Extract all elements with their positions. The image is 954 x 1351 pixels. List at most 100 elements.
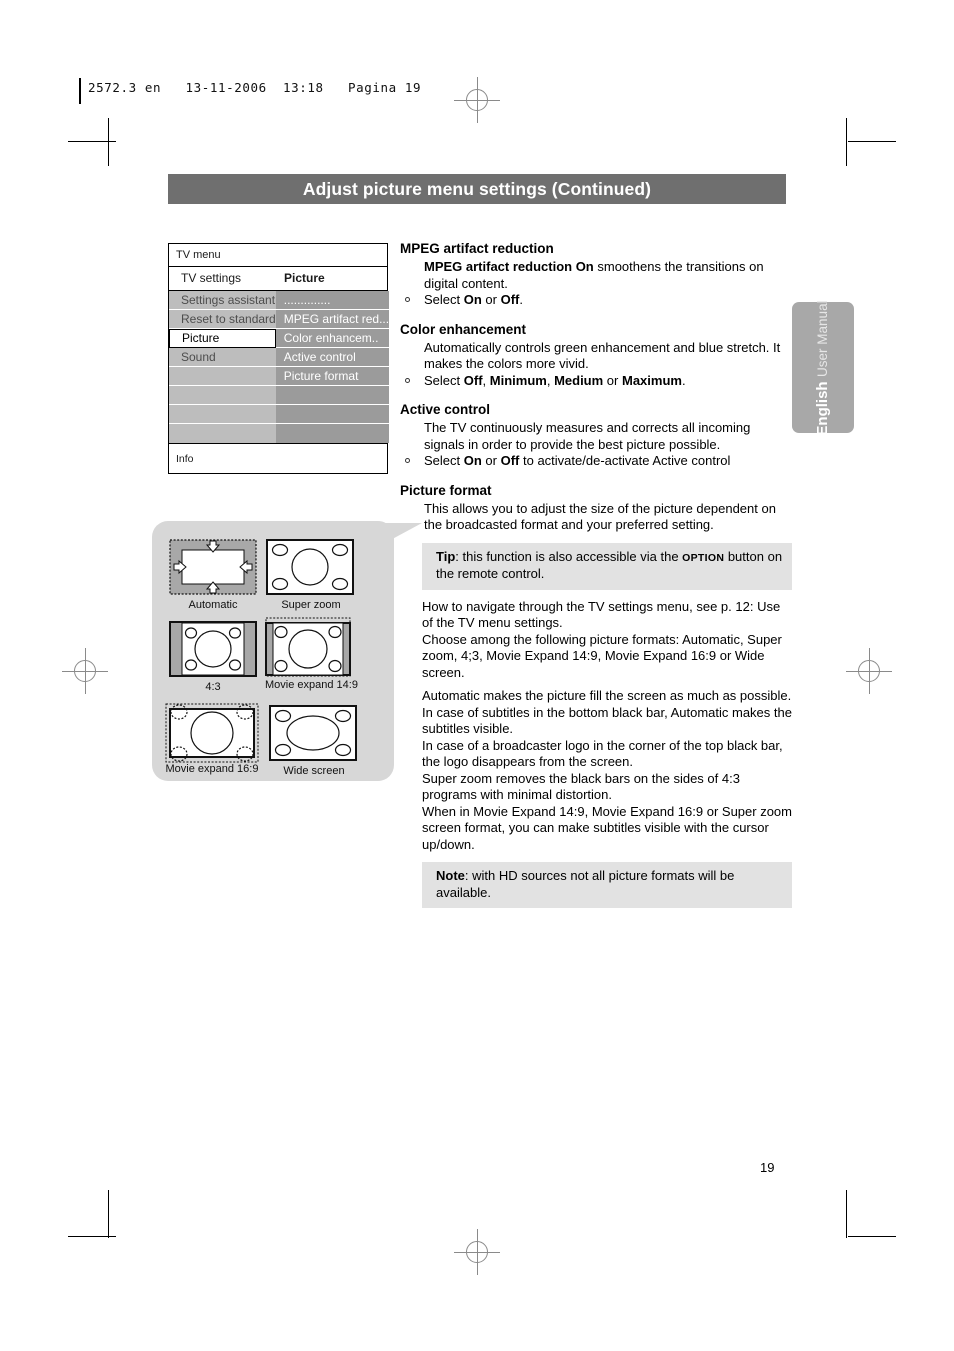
paragraph-navigate: How to navigate through the TV settings … bbox=[422, 598, 781, 631]
active-bullet-off: Off bbox=[500, 453, 520, 468]
crop-mark-bottom-right-v bbox=[846, 1190, 847, 1238]
tv-menu-item-settings-assistant[interactable]: Settings assistant bbox=[169, 291, 276, 310]
color-bullet-sep2: , bbox=[546, 372, 555, 388]
picture-format-illustration-panel: Automatic Super zoom 4:3 Movie expand 14… bbox=[152, 521, 394, 781]
mpeg-bullet-mid: or bbox=[481, 292, 501, 307]
tv-menu-info-label: Info bbox=[176, 453, 194, 465]
tv-menu-left-column: Settings assistant Reset to standard Pic… bbox=[169, 291, 276, 443]
color-bullet-sep3: or bbox=[603, 372, 622, 388]
tv-menu-right-column: .............. MPEG artifact red... Colo… bbox=[275, 291, 390, 443]
format-caption-wide-screen: Wide screen bbox=[283, 765, 345, 777]
heading-picture-format: Picture format bbox=[400, 482, 492, 498]
side-tab-language: English bbox=[814, 380, 831, 436]
tv-menu-option-picture-format[interactable]: Picture format bbox=[275, 367, 390, 386]
crop-mark-bottom-left-h bbox=[68, 1236, 116, 1237]
crop-mark-top-left-h bbox=[68, 141, 116, 142]
page-number: 19 bbox=[760, 1160, 775, 1175]
paragraph-super-zoom: Super zoom removes the black bars on the… bbox=[422, 770, 740, 803]
registration-mark-bottom bbox=[454, 1229, 500, 1275]
active-bullet-post: to activate/de-activate Active control bbox=[519, 453, 731, 468]
page-title: Adjust picture menu settings (Continued) bbox=[302, 178, 652, 199]
mpeg-lead-bold: MPEG artifact reduction On bbox=[424, 259, 594, 274]
color-bullet-pre: Select bbox=[424, 372, 464, 388]
automatic-icon bbox=[169, 539, 257, 595]
paragraph-subtitles-bottom: In case of subtitles in the bottom black… bbox=[422, 704, 792, 737]
mpeg-bullet-pre: Select bbox=[424, 292, 464, 307]
tip-box: Tip: this function is also accessible vi… bbox=[422, 542, 792, 590]
page-title-banner: Adjust picture menu settings (Continued) bbox=[168, 174, 786, 204]
tv-menu-item-sound[interactable]: Sound bbox=[169, 348, 276, 367]
active-bullet-on: On bbox=[463, 453, 482, 468]
tv-menu-subheader: TV settings Picture bbox=[169, 267, 387, 291]
color-bullet-off: Off bbox=[463, 372, 483, 388]
paragraph-active-body: The TV continuously measures and correct… bbox=[424, 420, 751, 452]
tip-label: Tip bbox=[436, 548, 456, 564]
heading-color-enhancement: Color enhancement bbox=[400, 321, 527, 337]
side-tab-subtitle: User Manual bbox=[815, 299, 830, 377]
registration-mark-right bbox=[846, 648, 892, 694]
color-bullet-medium: Medium bbox=[554, 372, 604, 388]
active-bullet-mid: or bbox=[481, 453, 501, 468]
color-bullet-sep1: , bbox=[482, 372, 490, 388]
paragraph-movie-expand: When in Movie Expand 14:9, Movie Expand … bbox=[422, 803, 792, 852]
page-root: 2572.3 en 13-11-2006 13:18 Pagina 19 Adj… bbox=[0, 0, 954, 1351]
paragraph-format-body: This allows you to adjust the size of th… bbox=[424, 500, 776, 533]
bullet-mpeg-select: Select On or Off. bbox=[400, 292, 792, 309]
tv-menu-mock: TV menu TV settings Picture Settings ass… bbox=[168, 243, 390, 474]
paragraph-automatic-fill: Automatic makes the picture fill the scr… bbox=[422, 688, 792, 703]
format-diagram-wide-screen: Wide screen bbox=[268, 705, 360, 779]
paragraph-choose-formats: Choose among the following picture forma… bbox=[422, 631, 782, 680]
tv-menu-columns: Settings assistant Reset to standard Pic… bbox=[169, 291, 390, 444]
tip-option-key: OPTION bbox=[682, 551, 725, 564]
mpeg-bullet-on: On bbox=[463, 292, 482, 307]
crop-mark-bottom-right-h bbox=[848, 1236, 896, 1237]
paragraph-mpeg-lead: MPEG artifact reduction On smoothens the… bbox=[400, 259, 792, 292]
crop-mark-top-right-h bbox=[848, 141, 896, 142]
format-caption-automatic: Automatic bbox=[188, 599, 238, 611]
movie-expand-16-9-icon bbox=[165, 703, 259, 763]
tv-menu-item-picture[interactable]: Picture bbox=[169, 329, 276, 348]
four-three-icon bbox=[169, 621, 257, 677]
note-box: Note: with HD sources not all picture fo… bbox=[422, 862, 792, 908]
tv-menu-item-blank-2 bbox=[169, 386, 276, 405]
color-bullet-post: . bbox=[681, 372, 686, 388]
paragraph-color-body: Automatically controls green enhancement… bbox=[424, 339, 781, 372]
tv-menu-item-reset-to-standard[interactable]: Reset to standard bbox=[169, 310, 276, 329]
language-side-tab: English User Manual bbox=[792, 300, 854, 435]
crop-mark-top-left-v bbox=[108, 118, 109, 166]
format-diagram-movie-expand-16-9: Movie expand 16:9 bbox=[160, 703, 264, 779]
registration-mark-left bbox=[62, 648, 108, 694]
tv-menu-option-color-enhancement[interactable]: Color enhancem.. bbox=[275, 329, 390, 348]
tv-menu-option-dots[interactable]: .............. bbox=[275, 291, 390, 310]
note-text: : with HD sources not all picture format… bbox=[436, 868, 735, 900]
side-tab-text: English User Manual bbox=[814, 300, 832, 435]
bullet-color-select: Select Off, Minimum, Medium or Maximum. bbox=[400, 373, 792, 390]
color-bullet-maximum: Maximum bbox=[621, 372, 682, 388]
tv-menu-option-blank-2 bbox=[275, 405, 390, 424]
format-diagram-automatic: Automatic bbox=[169, 539, 257, 611]
color-bullet-minimum: Minimum bbox=[489, 372, 547, 388]
bullet-dot-icon bbox=[405, 297, 410, 302]
mpeg-bullet-post: . bbox=[519, 292, 524, 307]
format-diagram-4-3: 4:3 bbox=[169, 621, 257, 695]
tv-menu-subheader-right: Picture bbox=[284, 271, 325, 285]
tv-menu-option-mpeg-artifact[interactable]: MPEG artifact red... bbox=[275, 310, 390, 329]
heading-active-control: Active control bbox=[400, 402, 491, 417]
mpeg-bullet-off: Off bbox=[500, 292, 520, 307]
slug-rule bbox=[79, 78, 81, 104]
paragraph-broadcaster-logo: In case of a broadcaster logo in the cor… bbox=[422, 737, 783, 770]
format-caption-movie-expand-16-9: Movie expand 16:9 bbox=[165, 763, 259, 775]
wide-screen-icon bbox=[269, 705, 357, 761]
tv-menu-subheader-left: TV settings bbox=[181, 271, 242, 285]
tv-menu-option-active-control[interactable]: Active control bbox=[275, 348, 390, 367]
bullet-dot-icon bbox=[405, 377, 410, 383]
tv-menu-item-blank-1 bbox=[169, 367, 276, 386]
crop-mark-bottom-left-v bbox=[108, 1190, 109, 1238]
tip-pre: : this function is also accessible via t… bbox=[455, 548, 683, 564]
bullet-dot-icon bbox=[405, 458, 410, 463]
tv-menu-item-blank-3 bbox=[169, 405, 276, 424]
article-body: MPEG artifact reduction MPEG artifact re… bbox=[400, 240, 792, 917]
